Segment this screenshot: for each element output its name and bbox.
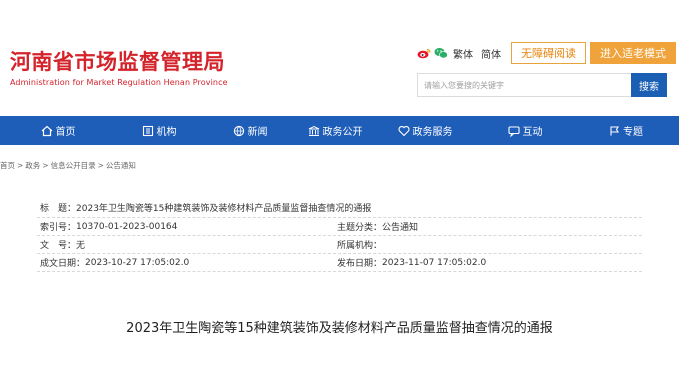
wechat-icon[interactable]: [434, 47, 448, 59]
meta-org-label: 所属机构：: [337, 241, 383, 251]
breadcrumb-separator: >: [17, 161, 24, 170]
elder-mode-button[interactable]: 进入适老模式: [590, 42, 676, 64]
meta-published-cell: 发布日期： 2023-11-07 17:05:02.0: [337, 256, 487, 270]
meta-index-value: 10370-01-2023-00164: [76, 221, 178, 232]
meta-created-value: 2023-10-27 17:05:02.0: [85, 257, 190, 268]
nav-item-label: 政务服务: [412, 127, 453, 138]
meta-org-cell: 所属机构：: [337, 238, 382, 251]
nav-item-label: 互动: [522, 127, 543, 138]
logo-chinese-name: 河南省市场监督管理局: [10, 50, 225, 74]
site-header: 河南省市场监督管理局 Administration for Market Reg…: [0, 0, 679, 116]
meta-created-cell: 成文日期： 2023-10-27 17:05:02.0: [37, 256, 337, 270]
meta-title-value: 2023年卫生陶瓷等15种建筑装饰及装修材料产品质量监督抽查情况的通报: [76, 203, 372, 214]
accessible-reading-button[interactable]: 无障碍阅读: [511, 42, 586, 64]
breadcrumb: 首页 > 政务 > 信息公开目录 > 公告通知: [0, 160, 136, 171]
meta-index-cell: 索引号： 10370-01-2023-00164: [37, 220, 337, 234]
search-input[interactable]: [417, 73, 631, 97]
simplified-chinese-link[interactable]: 简体: [481, 46, 501, 61]
nav-item-label: 政务公开: [322, 127, 363, 138]
nav-item-news[interactable]: 新闻: [202, 116, 298, 145]
document-metadata-table: 标 题： 2023年卫生陶瓷等15种建筑装饰及装修材料产品质量监督抽查情况的通报…: [37, 197, 642, 272]
traditional-chinese-link[interactable]: 繁体: [453, 46, 473, 61]
meta-row-title: 标 题： 2023年卫生陶瓷等15种建筑装饰及装修材料产品质量监督抽查情况的通报: [37, 197, 642, 218]
meta-index-label: 索引号：: [40, 223, 77, 233]
meta-category-cell: 主题分类： 公告通知: [337, 220, 418, 233]
meta-docno-cell: 文 号： 无: [37, 238, 337, 251]
meta-docno-label: 文 号：: [40, 241, 77, 251]
meta-published-value: 2023-11-07 17:05:02.0: [382, 257, 487, 268]
search-button[interactable]: 搜索: [631, 73, 667, 97]
nav-item-interaction[interactable]: 互动: [478, 116, 572, 145]
logo-english-name: Administration for Market Regulation Hen…: [10, 78, 228, 87]
breadcrumb-announcements[interactable]: 公告通知: [106, 161, 136, 170]
nav-item-label: 专题: [623, 127, 643, 138]
meta-created-label: 成文日期：: [40, 259, 86, 269]
search-bar: 搜索: [417, 73, 667, 97]
interaction-icon: [507, 125, 520, 137]
social-links: [417, 47, 448, 59]
meta-row-dates: 成文日期： 2023-10-27 17:05:02.0 发布日期： 2023-1…: [37, 254, 642, 272]
government-icon: [308, 125, 319, 136]
site-logo[interactable]: 河南省市场监督管理局 Administration for Market Reg…: [10, 49, 228, 87]
breadcrumb-home[interactable]: 首页: [0, 161, 15, 170]
nav-item-home[interactable]: 首页: [0, 116, 116, 145]
article-title: 2023年卫生陶瓷等15种建筑装饰及装修材料产品质量监督抽查情况的通报: [126, 321, 553, 336]
meta-docno-value: 无: [76, 241, 86, 251]
nav-item-government-services[interactable]: 政务服务: [372, 116, 478, 145]
top-toolbar: 繁体 简体 无障碍阅读 进入适老模式: [417, 42, 676, 64]
nav-item-label: 机构: [156, 127, 177, 138]
organization-icon: [142, 125, 153, 136]
weibo-icon[interactable]: [417, 47, 431, 59]
nav-item-organization[interactable]: 机构: [116, 116, 202, 145]
nav-item-label: 首页: [55, 127, 76, 138]
meta-category-value: 公告通知: [382, 223, 419, 233]
meta-row-index: 索引号： 10370-01-2023-00164 主题分类： 公告通知: [37, 218, 642, 236]
meta-row-docno: 文 号： 无 所属机构：: [37, 236, 642, 254]
breadcrumb-disclosure-catalog[interactable]: 信息公开目录: [51, 161, 96, 170]
nav-item-topics[interactable]: 专题: [572, 116, 679, 145]
home-icon: [41, 125, 52, 136]
meta-category-label: 主题分类：: [337, 223, 383, 233]
service-icon: [398, 125, 409, 136]
topic-icon: [610, 125, 619, 135]
meta-title-cell: 标 题： 2023年卫生陶瓷等15种建筑装饰及装修材料产品质量监督抽查情况的通报: [37, 201, 371, 214]
main-navigation: 首页 机构 新闻 政务公开 政务服务 互动 专题: [0, 116, 679, 145]
meta-title-label: 标 题：: [40, 203, 77, 214]
news-icon: [233, 125, 244, 136]
breadcrumb-separator: >: [97, 161, 104, 170]
meta-published-label: 发布日期：: [337, 259, 383, 269]
breadcrumb-government[interactable]: 政务: [25, 161, 40, 170]
nav-item-label: 新闻: [247, 127, 268, 138]
breadcrumb-separator: >: [42, 161, 49, 170]
nav-item-government-affairs[interactable]: 政务公开: [298, 116, 372, 145]
